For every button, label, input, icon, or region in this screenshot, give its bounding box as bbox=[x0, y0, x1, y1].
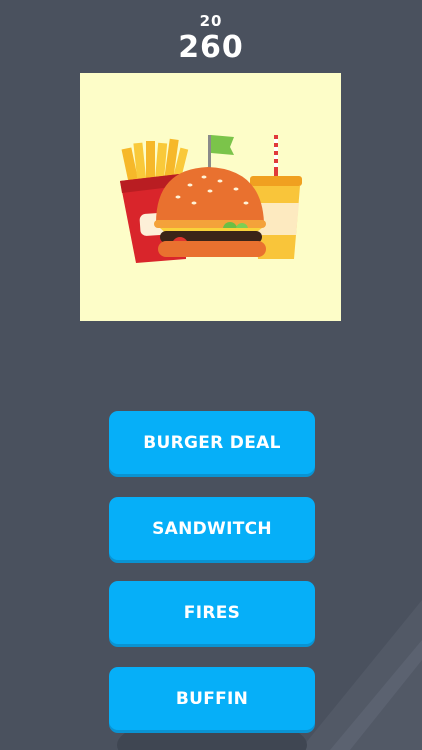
answer-button-sandwitch[interactable]: SANDWITCH bbox=[109, 497, 315, 560]
score-counter: 260 bbox=[178, 30, 244, 65]
burger-meal-illustration bbox=[120, 135, 302, 263]
burger-icon bbox=[154, 167, 266, 257]
answer-button-burger-deal[interactable]: BURGER DEAL bbox=[109, 411, 315, 474]
puzzle-image-card bbox=[80, 73, 341, 321]
answer-button-buffin[interactable]: BUFFIN bbox=[109, 667, 315, 730]
level-number: 20 bbox=[199, 12, 223, 30]
answer-button-fires[interactable]: FIRES bbox=[109, 581, 315, 644]
